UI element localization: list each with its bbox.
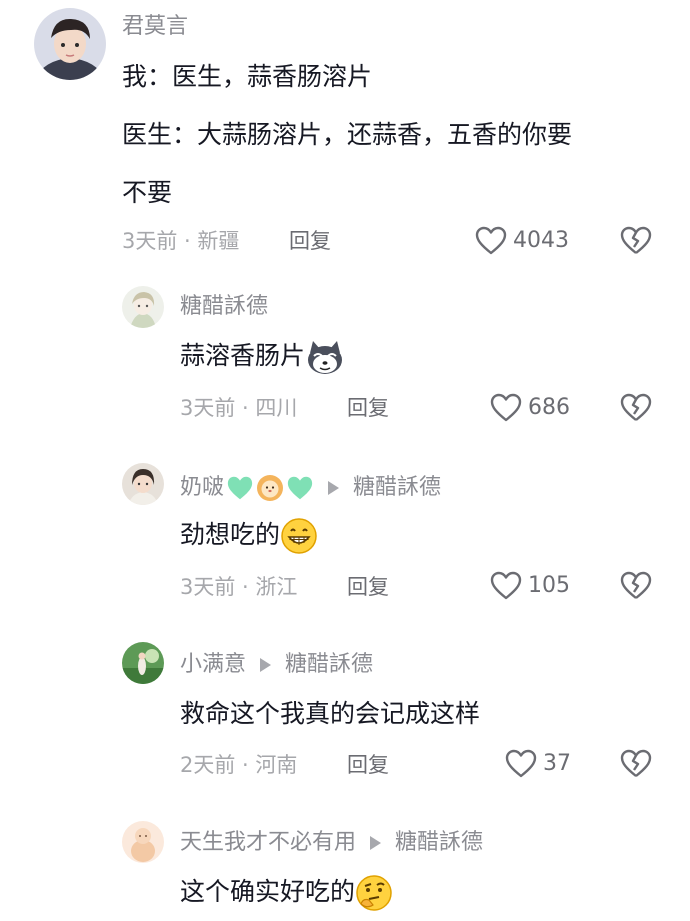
reply-to-username[interactable]: 糖醋訸德 xyxy=(395,832,483,854)
broken-heart-icon xyxy=(620,393,652,421)
comment-text: 这个确实好吃的 xyxy=(180,863,393,921)
reply-arrow-icon xyxy=(328,481,340,495)
like-count: 105 xyxy=(528,573,570,598)
comment-line: 劲想吃的 xyxy=(180,506,318,564)
grinning-face-emoji xyxy=(281,518,317,554)
username[interactable]: 天生我才不必有用 糖醋訸德 xyxy=(180,832,483,854)
like-button[interactable]: 105 xyxy=(490,571,570,601)
reply-arrow-icon xyxy=(260,658,272,672)
heart-icon xyxy=(490,393,522,422)
like-button[interactable]: 4043 xyxy=(475,226,569,256)
dislike-button[interactable] xyxy=(620,393,652,427)
username-text: 奶啵 xyxy=(180,475,225,500)
username-text: 天生我才不必有用 xyxy=(180,830,357,855)
comment-text: 我：医生，蒜香肠溶片 医生：大蒜肠溶片，还蒜香，五香的你要 不要 xyxy=(122,48,572,222)
comment-time-location: 3天前 · 浙江 xyxy=(180,575,298,599)
like-button[interactable]: 686 xyxy=(490,393,570,423)
avatar[interactable] xyxy=(122,821,164,863)
heart-icon xyxy=(490,571,522,600)
reply-button[interactable]: 回复 xyxy=(289,231,331,252)
avatar[interactable] xyxy=(122,642,164,684)
comment-line-text: 蒜溶香肠片 xyxy=(180,341,306,370)
broken-heart-icon xyxy=(620,226,652,254)
comment-line: 救命这个我真的会记成这样 xyxy=(180,699,481,728)
dislike-button[interactable] xyxy=(620,571,652,605)
comment-line-text: 这个确实好吃的 xyxy=(180,877,356,906)
avatar[interactable] xyxy=(122,286,164,328)
comment-line: 我：医生，蒜香肠溶片 xyxy=(122,62,373,91)
comment-text: 蒜溶香肠片 xyxy=(180,327,345,385)
reply-button[interactable]: 回复 xyxy=(347,577,389,598)
heart-icon xyxy=(475,226,507,255)
lion-face-icon xyxy=(257,475,284,501)
comment-line: 不要 xyxy=(122,178,173,207)
comment-line: 这个确实好吃的 xyxy=(180,863,393,921)
thinking-face-emoji xyxy=(356,875,392,911)
green-heart-icon xyxy=(287,476,313,500)
comment-time-location: 3天前 · 新疆 xyxy=(122,229,240,253)
comment-line-text: 劲想吃的 xyxy=(180,520,281,549)
like-button[interactable]: 37 xyxy=(505,749,571,779)
comment-line: 蒜溶香肠片 xyxy=(180,327,345,385)
reply-to-username[interactable]: 糖醋訸德 xyxy=(353,477,441,499)
username-text: 小满意 xyxy=(180,652,247,677)
reply-button[interactable]: 回复 xyxy=(347,398,389,419)
husky-dog-emoji xyxy=(308,341,343,374)
broken-heart-icon xyxy=(620,749,652,777)
avatar[interactable] xyxy=(122,463,164,505)
username[interactable]: 糖醋訸德 xyxy=(180,296,268,318)
username[interactable]: 小满意 糖醋訸德 xyxy=(180,654,373,676)
green-heart-icon xyxy=(227,476,253,500)
comment-time-location: 3天前 · 四川 xyxy=(180,396,298,420)
like-count: 4043 xyxy=(513,228,569,253)
username[interactable]: 奶啵 糖醋訸德 xyxy=(180,474,441,502)
dislike-button[interactable] xyxy=(620,749,652,783)
comment-time-location: 2天前 · 河南 xyxy=(180,753,298,777)
comment-text: 劲想吃的 xyxy=(180,506,318,564)
dislike-button[interactable] xyxy=(620,226,652,260)
reply-to-username[interactable]: 糖醋訸德 xyxy=(285,654,373,676)
reply-arrow-icon xyxy=(370,836,382,850)
heart-icon xyxy=(505,749,537,778)
like-count: 686 xyxy=(528,395,570,420)
avatar[interactable] xyxy=(34,8,106,80)
reply-button[interactable]: 回复 xyxy=(347,755,389,776)
username[interactable]: 君莫言 xyxy=(122,16,188,38)
comment-line: 医生：大蒜肠溶片，还蒜香，五香的你要 xyxy=(122,120,573,149)
broken-heart-icon xyxy=(620,571,652,599)
comment-text: 救命这个我真的会记成这样 xyxy=(180,685,480,743)
like-count: 37 xyxy=(543,751,571,776)
